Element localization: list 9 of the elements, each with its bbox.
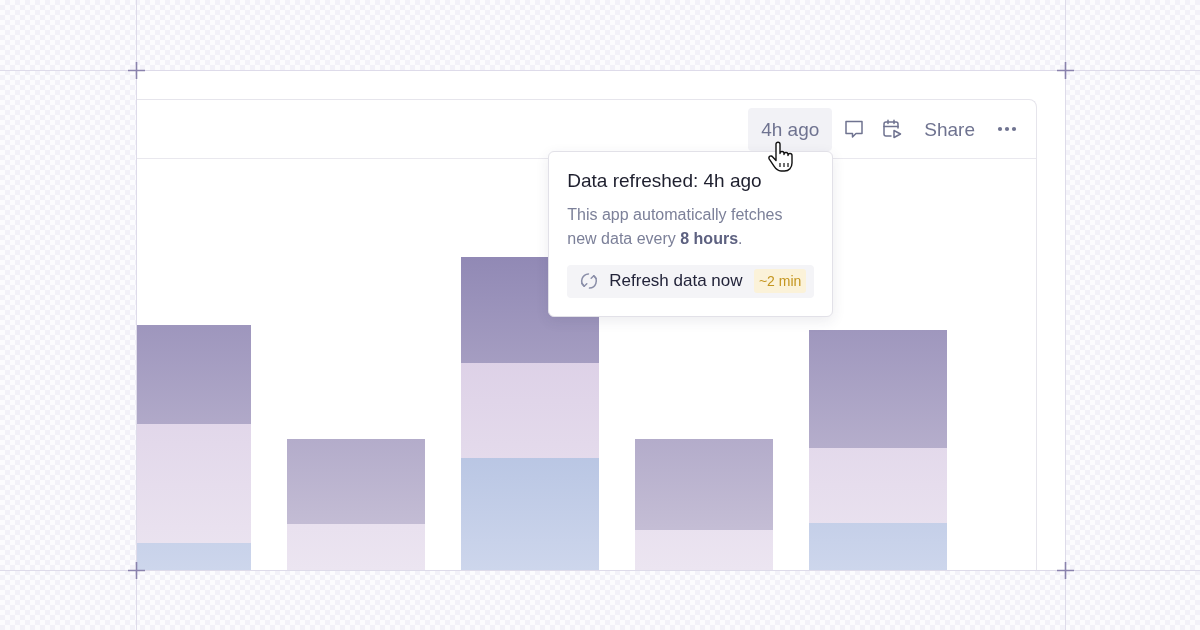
last-refresh-button[interactable]: 4h ago	[748, 107, 833, 151]
more-icon	[997, 126, 1017, 132]
share-button[interactable]: Share	[911, 107, 988, 151]
crosshair-icon	[1057, 562, 1074, 579]
crosshair-icon	[128, 62, 145, 79]
comment-icon	[844, 119, 865, 139]
calendar-icon	[882, 119, 903, 139]
crosshair-icon	[128, 562, 145, 579]
crosshair-icon	[1057, 62, 1074, 79]
